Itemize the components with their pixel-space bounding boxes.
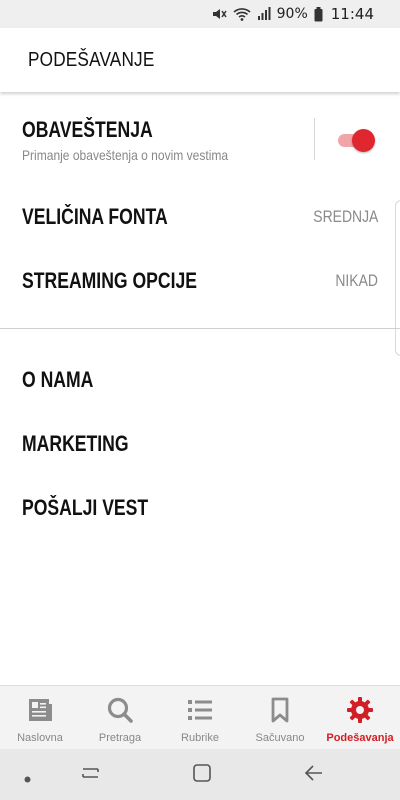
streaming-label: STREAMING OPCIJE: [22, 268, 198, 293]
tab-sacuvano[interactable]: Sačuvano: [240, 686, 320, 749]
marketing-item[interactable]: MARKETING: [0, 420, 400, 468]
page-title: PODEŠAVANJE: [28, 48, 155, 71]
tab-label: Pretraga: [98, 732, 142, 744]
streaming-setting[interactable]: STREAMING OPCIJE NIKAD: [0, 256, 400, 306]
notifications-label: OBAVEŠTENJA: [22, 117, 153, 142]
tab-label: Sačuvano: [255, 732, 305, 744]
bottom-tab-bar: Naslovna Pretraga Rubrike Sačuvano Podeš…: [0, 685, 400, 749]
vertical-divider: [314, 118, 315, 160]
about-label: O NAMA: [22, 367, 94, 392]
battery-percent: 90%: [276, 6, 308, 22]
font-size-value: SREDNJA: [312, 207, 378, 226]
newspaper-icon: [26, 696, 54, 724]
tab-podesavanja[interactable]: Podešavanja: [320, 686, 400, 749]
toggle-knob: [352, 129, 375, 152]
tab-label: Podešavanja: [326, 732, 394, 744]
bookmark-icon: [266, 696, 294, 724]
notifications-sublabel: Primanje obaveštenja o novim vestima: [22, 147, 229, 163]
search-icon: [106, 696, 134, 724]
status-bar: 90% 11:44: [0, 0, 400, 28]
tab-rubrike[interactable]: Rubrike: [160, 686, 240, 749]
section-divider: [0, 328, 400, 329]
system-nav-bar: [0, 749, 400, 800]
font-size-setting[interactable]: VELIČINA FONTA SREDNJA: [0, 192, 400, 242]
home-icon[interactable]: [192, 763, 212, 788]
tab-label: Naslovna: [17, 732, 63, 744]
send-news-item[interactable]: POŠALJI VEST: [0, 484, 400, 532]
notifications-setting[interactable]: OBAVEŠTENJA Primanje obaveštenja o novim…: [0, 108, 400, 172]
send-news-label: POŠALJI VEST: [22, 495, 149, 520]
font-size-label: VELIČINA FONTA: [22, 204, 168, 229]
tab-label: Rubrike: [181, 732, 219, 744]
marketing-label: MARKETING: [22, 431, 129, 456]
battery-icon: [314, 6, 323, 22]
signal-icon: [257, 7, 271, 21]
notifications-toggle[interactable]: [338, 129, 376, 152]
wifi-icon: [233, 6, 251, 22]
tab-pretraga[interactable]: Pretraga: [80, 686, 160, 749]
mute-icon: [211, 6, 227, 22]
dot-icon: [24, 770, 31, 788]
streaming-value: NIKAD: [335, 271, 378, 290]
list-icon: [186, 696, 214, 724]
tab-naslovna[interactable]: Naslovna: [0, 686, 80, 749]
about-item[interactable]: O NAMA: [0, 356, 400, 404]
clock: 11:44: [330, 5, 374, 23]
scroll-indicator: [395, 200, 400, 356]
app-bar: PODEŠAVANJE: [0, 28, 400, 92]
gear-icon: [346, 696, 374, 724]
recents-icon[interactable]: [80, 763, 102, 788]
back-icon[interactable]: [303, 763, 325, 788]
